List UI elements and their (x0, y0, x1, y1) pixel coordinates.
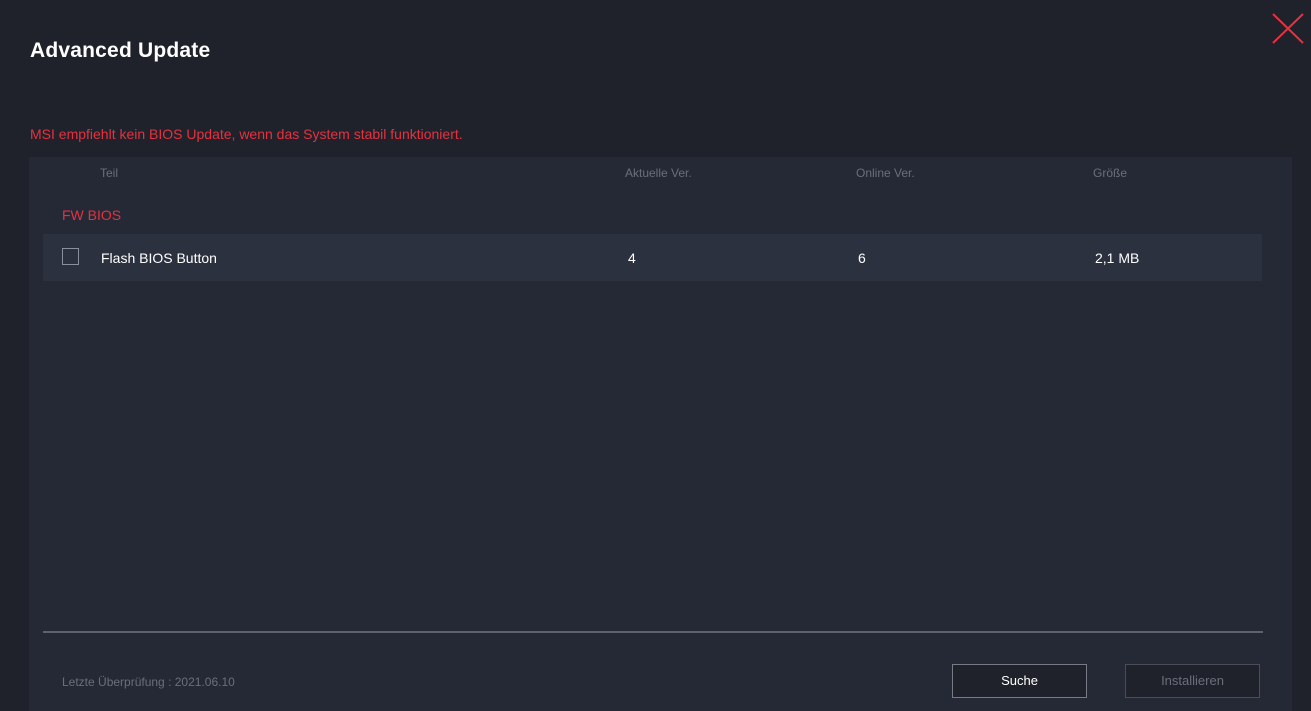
footer-divider (43, 631, 1263, 633)
column-header-size: Größe (1093, 166, 1128, 180)
advanced-update-window: Advanced Update MSI empfiehlt kein BIOS … (0, 0, 1311, 711)
row-current-version: 4 (628, 250, 636, 266)
search-button[interactable]: Suche (952, 664, 1087, 698)
column-header-current-version: Aktuelle Ver. (625, 166, 692, 180)
close-icon[interactable] (1269, 9, 1307, 47)
row-online-version: 6 (858, 250, 866, 266)
update-table-panel: Teil Aktuelle Ver. Online Ver. Größe FW … (29, 157, 1292, 711)
last-check-label: Letzte Überprüfung : 2021.06.10 (62, 675, 235, 689)
group-label-fw-bios: FW BIOS (62, 207, 122, 223)
column-header-part: Teil (100, 166, 119, 180)
row-checkbox[interactable] (62, 248, 79, 265)
row-size: 2,1 MB (1095, 250, 1140, 266)
table-row[interactable]: Flash BIOS Button 4 6 2,1 MB (43, 234, 1262, 281)
window-title: Advanced Update (30, 39, 211, 62)
column-header-online-version: Online Ver. (856, 166, 915, 180)
row-part-name: Flash BIOS Button (101, 250, 217, 266)
install-button[interactable]: Installieren (1125, 664, 1260, 698)
stability-warning: MSI empfiehlt kein BIOS Update, wenn das… (30, 126, 463, 142)
